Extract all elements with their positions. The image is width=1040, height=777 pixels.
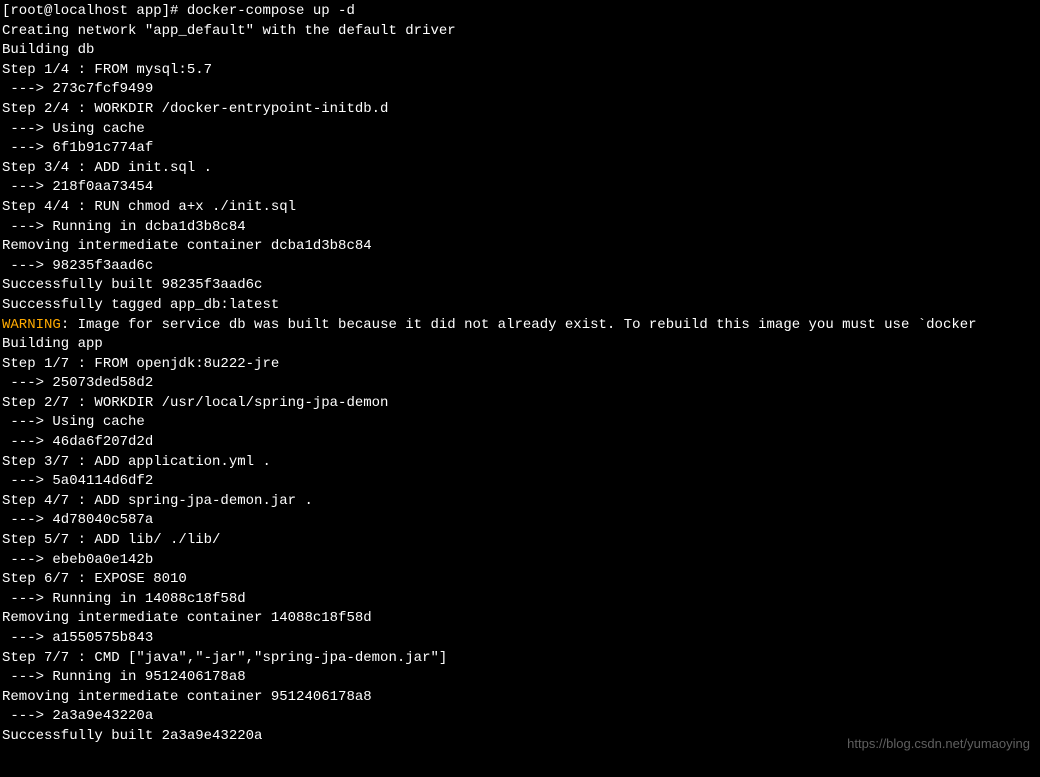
- output-line: Successfully tagged app_db:latest: [2, 296, 1038, 316]
- output-line: ---> Running in 14088c18f58d: [2, 590, 1038, 610]
- output-line: ---> Using cache: [2, 120, 1038, 140]
- output-line: Removing intermediate container dcba1d3b…: [2, 237, 1038, 257]
- output-line: Step 2/7 : WORKDIR /usr/local/spring-jpa…: [2, 394, 1038, 414]
- output-block-1: Creating network "app_default" with the …: [2, 22, 1038, 316]
- output-line: ---> Running in dcba1d3b8c84: [2, 218, 1038, 238]
- output-line: Removing intermediate container 14088c18…: [2, 609, 1038, 629]
- output-line: Step 1/7 : FROM openjdk:8u222-jre: [2, 355, 1038, 375]
- output-block-2: Building app Step 1/7 : FROM openjdk:8u2…: [2, 335, 1038, 746]
- output-line: ---> 2a3a9e43220a: [2, 707, 1038, 727]
- output-line: ---> 46da6f207d2d: [2, 433, 1038, 453]
- output-line: Step 3/7 : ADD application.yml .: [2, 453, 1038, 473]
- output-line: ---> 273c7fcf9499: [2, 80, 1038, 100]
- output-line: ---> 5a04114d6df2: [2, 472, 1038, 492]
- output-line: ---> a1550575b843: [2, 629, 1038, 649]
- output-line: ---> 4d78040c587a: [2, 511, 1038, 531]
- output-line: Step 2/4 : WORKDIR /docker-entrypoint-in…: [2, 100, 1038, 120]
- output-line: Building db: [2, 41, 1038, 61]
- output-line: ---> 218f0aa73454: [2, 178, 1038, 198]
- watermark: https://blog.csdn.net/yumaoying: [847, 735, 1030, 753]
- output-line: ---> 6f1b91c774af: [2, 139, 1038, 159]
- output-line: ---> Using cache: [2, 413, 1038, 433]
- output-line: Step 1/4 : FROM mysql:5.7: [2, 61, 1038, 81]
- output-line: Building app: [2, 335, 1038, 355]
- output-line: ---> Running in 9512406178a8: [2, 668, 1038, 688]
- output-line: Step 4/4 : RUN chmod a+x ./init.sql: [2, 198, 1038, 218]
- output-line: Step 3/4 : ADD init.sql .: [2, 159, 1038, 179]
- output-line: ---> 98235f3aad6c: [2, 257, 1038, 277]
- output-line: Creating network "app_default" with the …: [2, 22, 1038, 42]
- output-line: ---> 25073ded58d2: [2, 374, 1038, 394]
- output-line: Step 7/7 : CMD ["java","-jar","spring-jp…: [2, 649, 1038, 669]
- output-line: Step 6/7 : EXPOSE 8010: [2, 570, 1038, 590]
- output-line: Step 5/7 : ADD lib/ ./lib/: [2, 531, 1038, 551]
- command-prompt: [root@localhost app]# docker-compose up …: [2, 2, 1038, 22]
- warning-label: WARNING: [2, 317, 61, 333]
- output-line: Successfully built 98235f3aad6c: [2, 276, 1038, 296]
- terminal-output[interactable]: [root@localhost app]# docker-compose up …: [2, 2, 1038, 747]
- output-line: Removing intermediate container 95124061…: [2, 688, 1038, 708]
- output-line: ---> ebeb0a0e142b: [2, 551, 1038, 571]
- warning-text: : Image for service db was built because…: [61, 317, 977, 333]
- warning-line: WARNING: Image for service db was built …: [2, 316, 1038, 336]
- output-line: Step 4/7 : ADD spring-jpa-demon.jar .: [2, 492, 1038, 512]
